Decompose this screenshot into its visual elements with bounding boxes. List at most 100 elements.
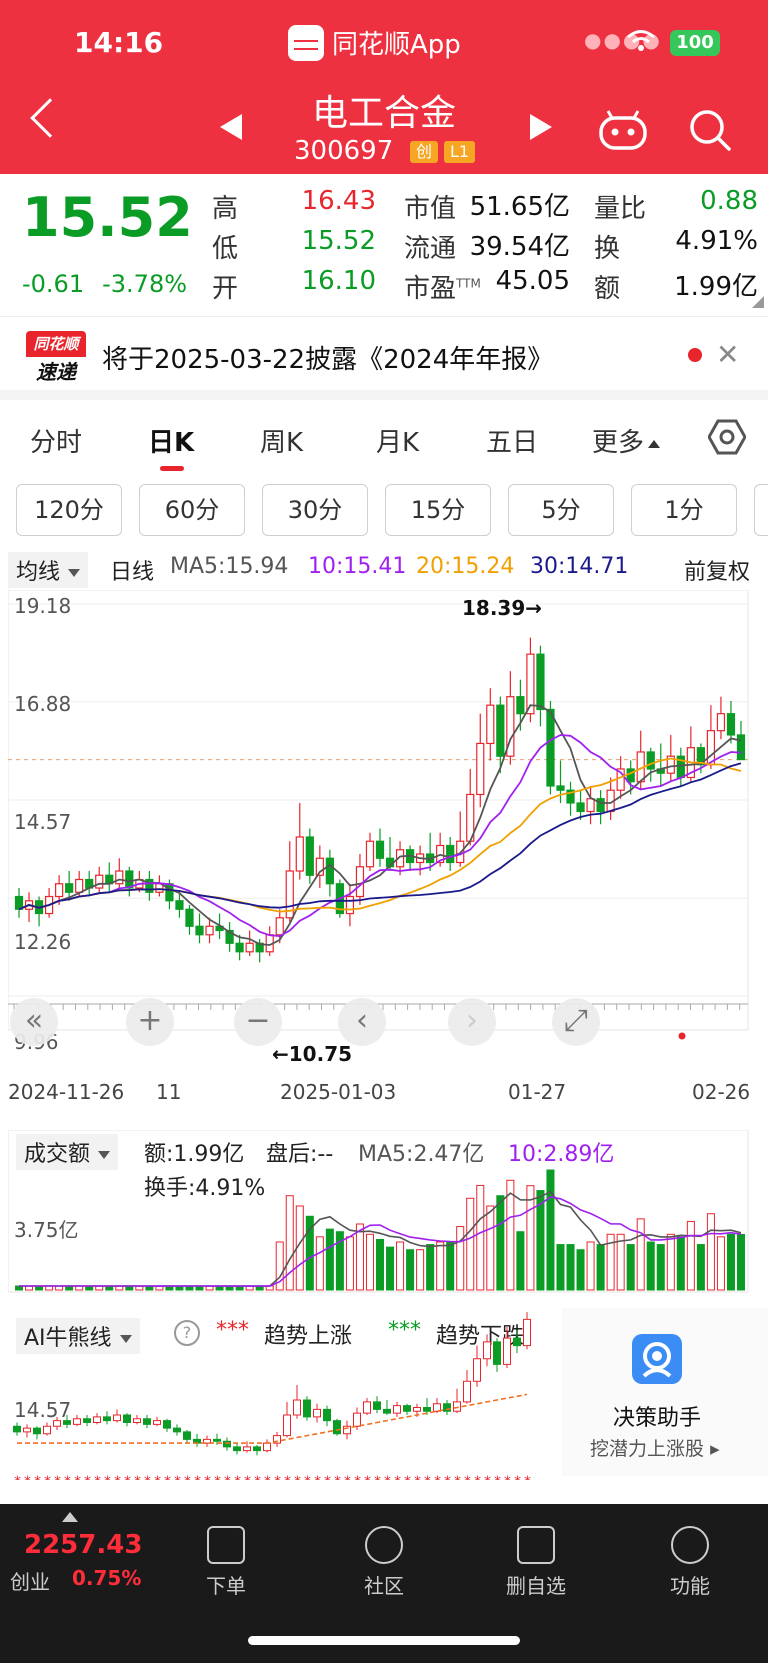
ai-candle-body: [363, 1401, 371, 1414]
ai-bull-bear-chart[interactable]: ****************************************…: [8, 1300, 564, 1480]
ai-candle-body: [93, 1416, 101, 1423]
volume-bar: [516, 1231, 525, 1291]
volume-bar: [396, 1241, 405, 1291]
home-indicator[interactable]: [248, 1636, 520, 1645]
candle-body: [175, 900, 184, 910]
expand-quote-icon[interactable]: [752, 296, 764, 308]
volume-bar: [646, 1241, 655, 1291]
expand-up-icon[interactable]: [62, 1512, 78, 1522]
candle-body: [275, 917, 284, 936]
document-icon: [207, 1526, 245, 1564]
tab-weekly-k[interactable]: 周K: [260, 422, 303, 459]
nav-order-label: 下单: [206, 1574, 246, 1598]
candle-body: [375, 840, 385, 859]
last-price: 15.52: [22, 186, 193, 249]
settings-icon[interactable]: [708, 418, 746, 456]
trend-marker: *: [444, 1474, 451, 1480]
nav-remove-watchlist[interactable]: 删自选: [486, 1526, 586, 1599]
minute-btn-120[interactable]: 120分: [16, 484, 122, 536]
volume-chart[interactable]: [8, 1130, 758, 1294]
nav-community[interactable]: 社区: [334, 1526, 434, 1599]
trend-marker: *: [164, 1474, 171, 1480]
chart-frame: [8, 590, 749, 1031]
nav-functions[interactable]: 功能: [640, 1526, 740, 1599]
tab-monthly-k[interactable]: 月K: [376, 422, 419, 459]
fullscreen-icon[interactable]: ⤢: [552, 998, 600, 1046]
minute-btn-1[interactable]: 1分: [631, 484, 737, 536]
y-label-4: 12.26: [14, 930, 72, 954]
trend-marker: *: [154, 1474, 161, 1480]
ai-candle-body: [513, 1337, 521, 1347]
zoom-in-icon[interactable]: +: [126, 998, 174, 1046]
notice-banner[interactable]: 同花顺 速递 将于2025-03-22披露《2024年年报》: [0, 316, 768, 400]
ma-legend-bar: 均线 日线 MA5:15.94 10:15.41 20:15.24 30:14.…: [0, 550, 768, 588]
trend-marker: *: [524, 1474, 531, 1480]
ai-candle-body: [83, 1418, 91, 1423]
candle-body: [726, 713, 736, 736]
close-icon[interactable]: ✕: [716, 338, 739, 371]
scroll-right-icon[interactable]: ›: [448, 998, 496, 1046]
open-label: 开: [212, 274, 239, 304]
ai-candle-body: [473, 1358, 481, 1382]
candle-body: [95, 874, 104, 889]
active-tab-indicator: [160, 466, 184, 471]
volume-bar: [375, 1238, 385, 1291]
candle-body: [476, 742, 485, 796]
tab-more[interactable]: 更多: [592, 422, 661, 459]
scroll-left-icon[interactable]: ‹: [338, 998, 386, 1046]
trend-marker: *: [144, 1474, 151, 1480]
index-name: 创业: [10, 1570, 50, 1594]
nav-order[interactable]: 下单: [176, 1526, 276, 1599]
ma5-value: MA5:15.94: [170, 554, 289, 579]
index-value[interactable]: 2257.43: [24, 1530, 142, 1560]
board-badge: 创: [410, 141, 439, 163]
trend-marker: *: [344, 1474, 351, 1480]
zoom-out-icon[interactable]: −: [234, 998, 282, 1046]
candle-body: [516, 696, 525, 715]
ai-candle-body: [113, 1414, 121, 1422]
candle-body: [65, 883, 74, 893]
tab-intraday[interactable]: 分时: [30, 422, 82, 459]
low-value: 15.52: [301, 226, 376, 256]
pe-value: 45.05: [495, 266, 570, 296]
high-label: 高: [212, 194, 239, 224]
pe-label: 市盈TTM: [404, 268, 481, 305]
assistant-subtitle: 挖潜力上涨股 ▸: [590, 1434, 720, 1461]
period-tabs: 分时 日K 周K 月K 五日 更多: [0, 406, 768, 476]
notice-unread-dot: [688, 348, 702, 362]
indicator-selector[interactable]: 均线: [8, 552, 89, 588]
candle-body: [536, 653, 545, 711]
ai-candle-body: [503, 1337, 511, 1365]
volume-bar: [586, 1241, 595, 1291]
minute-btn-30[interactable]: 30分: [262, 484, 368, 536]
ai-candle-body: [483, 1341, 491, 1360]
chevron-right-icon: ▸: [710, 1438, 720, 1460]
minute-btn-more[interactable]: [754, 484, 768, 536]
notice-logo: 同花顺 速递: [26, 331, 86, 389]
volume-bar: [345, 1236, 354, 1291]
minute-btn-5[interactable]: 5分: [508, 484, 614, 536]
kline-chart[interactable]: [8, 590, 758, 1060]
tab-daily-k[interactable]: 日K: [148, 422, 194, 459]
decision-assistant-card[interactable]: 决策助手 挖潜力上涨股 ▸: [562, 1308, 768, 1476]
ai-candle-body: [353, 1412, 361, 1427]
candle-body: [576, 802, 585, 813]
minute-btn-15[interactable]: 15分: [385, 484, 491, 536]
trend-marker: *: [224, 1474, 231, 1480]
volume-bar: [736, 1234, 745, 1291]
change-value: -0.61: [22, 270, 85, 298]
adjust-mode[interactable]: 前复权: [684, 554, 750, 586]
search-icon[interactable]: [688, 108, 732, 152]
ai-candle-body: [403, 1405, 411, 1412]
app-logo-icon: [288, 24, 324, 61]
ai-candle-body: [323, 1408, 331, 1422]
next-stock-icon[interactable]: [530, 114, 552, 140]
tab-five-day[interactable]: 五日: [486, 422, 538, 459]
robot-assistant-icon[interactable]: [598, 110, 648, 152]
ai-candle-body: [163, 1420, 171, 1429]
status-app: 同花顺App: [288, 24, 461, 61]
amount-value: 1.99亿: [674, 272, 758, 302]
volume-bar: [656, 1244, 665, 1291]
minute-btn-60[interactable]: 60分: [139, 484, 245, 536]
scroll-left-fast-icon[interactable]: «: [10, 998, 58, 1046]
